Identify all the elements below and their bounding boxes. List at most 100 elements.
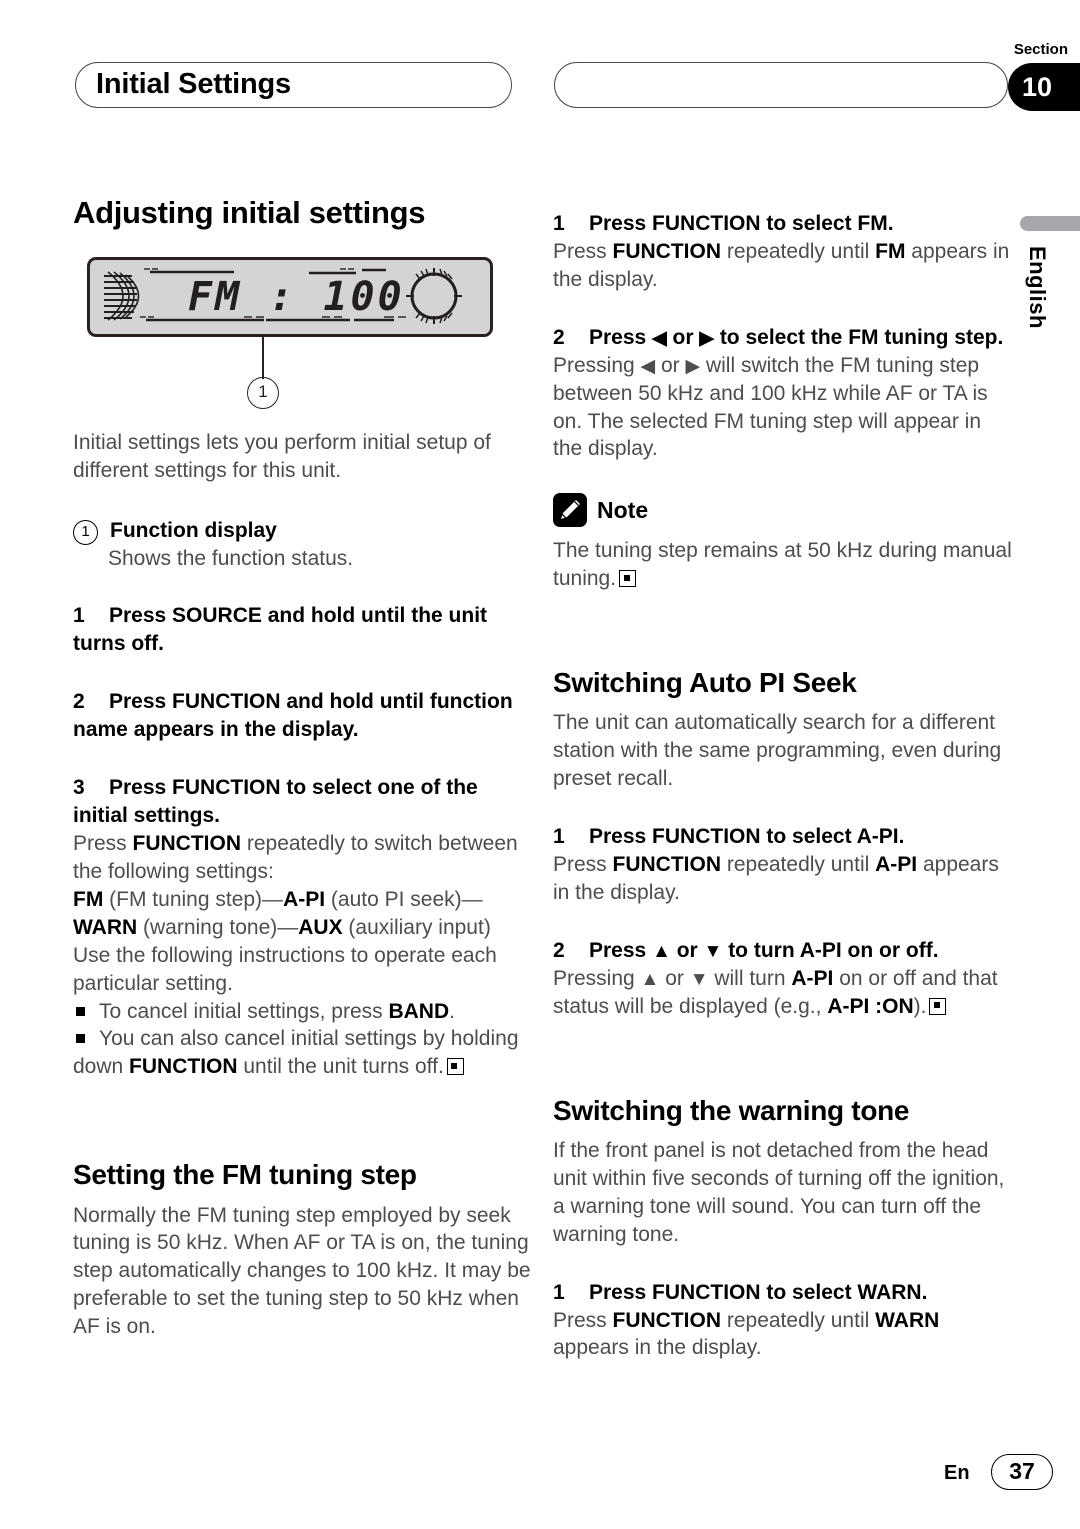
auto-pi-seek-body: The unit can automatically search for a …	[553, 711, 1002, 791]
fm-tuning-step-body: Normally the FM tuning step employed by …	[73, 1203, 531, 1339]
r2c: to select the FM tuning step.	[713, 325, 1004, 349]
arrow-left-icon: ◀	[652, 327, 667, 349]
left-step-1-number: 1	[73, 604, 85, 628]
right-column: 1 Press FUNCTION to select FM. Press FUNC…	[553, 196, 1015, 1362]
r5a: Pressing	[553, 966, 641, 990]
footer-language-code: En	[944, 1462, 970, 1484]
language-tab-label: English	[1025, 246, 1050, 329]
r3a: Press	[553, 853, 613, 877]
fm-step-1: 1 Press FUNCTION to select FM.	[553, 210, 1015, 238]
setting-api-desc: (auto PI seek)—	[325, 887, 483, 911]
auto-pi-seek-heading: Switching Auto PI Seek	[553, 667, 857, 699]
left-column: Adjusting initial settings FM: 100 1 In…	[73, 195, 535, 1341]
r2a: Press	[589, 325, 653, 349]
bullet-square-icon	[76, 1006, 85, 1016]
callout-leader-line	[262, 336, 264, 379]
function-display-label: Function display	[110, 518, 277, 542]
keyword-api-on: A-PI :ON	[827, 994, 914, 1018]
arrow-right-icon: ▶	[699, 327, 714, 349]
callout-marker-1: 1	[247, 376, 279, 409]
fm-step-2-body: Pressing ◀ or ▶ will switch the FM tunin…	[553, 352, 1015, 464]
b1a: To cancel initial settings, press	[99, 999, 389, 1023]
b1c: .	[449, 999, 455, 1023]
function-display-callout: 1 Function display	[73, 517, 535, 545]
r2ba: Pressing	[553, 353, 641, 377]
warn-step-1-text: Press FUNCTION to select WARN.	[589, 1280, 928, 1304]
r5c: will turn	[708, 966, 792, 990]
t1: Press	[73, 832, 133, 856]
left-bullet-2: You can also cancel initial settings by …	[73, 1025, 535, 1081]
b2c: until the unit turns off.	[237, 1055, 444, 1079]
keyword-api: A-PI	[875, 853, 918, 877]
section-word-label: Section	[1013, 41, 1068, 58]
api-step-2-number: 2	[553, 938, 565, 962]
end-of-section-icon	[929, 997, 947, 1015]
end-of-section-icon	[446, 1058, 464, 1076]
left-step-2-number: 2	[73, 690, 85, 714]
arrow-down-icon: ▼	[689, 968, 709, 990]
setting-fm-desc: (FM tuning step)—	[103, 887, 284, 911]
language-tab-bar	[1020, 216, 1080, 231]
setting-aux-desc: (auxiliary input)	[342, 915, 491, 939]
api-step-1-text: Press FUNCTION to select A-PI.	[589, 825, 905, 849]
r2bb: or	[655, 353, 686, 377]
keyword-function: FUNCTION	[612, 239, 722, 263]
setting-warn-desc: (warning tone)—	[137, 915, 299, 939]
setting-aux: AUX	[298, 915, 343, 939]
footer-page-number: 37	[991, 1454, 1053, 1490]
setting-fm: FM	[73, 887, 104, 911]
header-pill-right	[554, 62, 1008, 108]
note-body: The tuning step remains at 50 kHz during…	[553, 537, 1015, 593]
keyword-function: FUNCTION	[612, 853, 722, 877]
left-bullet-1: To cancel initial settings, press BAND.	[73, 998, 535, 1026]
stereo-unit-body: FM : 100	[87, 256, 493, 337]
lcd-dial-graphic	[406, 267, 462, 324]
left-intro-paragraph: Initial settings lets you perform initia…	[73, 430, 491, 482]
keyword-function: FUNCTION	[612, 1308, 722, 1332]
warning-tone-heading: Switching the warning tone	[553, 1094, 910, 1126]
api-step-2: 2 Press ▲ or ▼ to turn A-PI on or off.	[553, 937, 1015, 965]
fm-tuning-step-heading: Setting the FM tuning step	[73, 1159, 417, 1191]
api-step-2-body: Pressing ▲ or ▼ will turn A-PI on or off…	[553, 965, 1015, 1021]
keyword-api: A-PI	[791, 966, 834, 990]
api-step-1-body: Press FUNCTION repeatedly until A-PI app…	[553, 851, 1015, 907]
fm-step-2-number: 2	[553, 325, 565, 349]
fm-step-1-text: Press FUNCTION to select FM.	[589, 212, 894, 235]
left-section-heading: Adjusting initial settings	[73, 195, 426, 230]
r5b: or	[659, 966, 690, 990]
left-step-3: 3 Press FUNCTION to select one of the ini…	[73, 774, 535, 830]
arrow-up-icon: ▲	[640, 968, 660, 990]
warn-step-1-body: Press FUNCTION repeatedly until WARN app…	[553, 1307, 1015, 1363]
keyword-band: BAND	[388, 999, 450, 1023]
r6e: appears in the display.	[553, 1336, 762, 1360]
r1a: Press	[553, 239, 613, 263]
callout-circle-1: 1	[73, 519, 98, 545]
car-stereo-illustration: FM : 100 1	[87, 256, 493, 409]
r4a: Press	[589, 938, 653, 962]
function-display-description: Shows the function status.	[108, 546, 354, 570]
r1c: repeatedly until	[721, 239, 876, 263]
keyword-fm: FM	[875, 239, 906, 263]
setting-warn: WARN	[73, 915, 138, 939]
r4c: to turn A-PI on or off.	[722, 938, 939, 962]
lcd-display-text: FM : 100	[188, 273, 405, 320]
section-number-badge: 10	[1008, 63, 1080, 111]
note-header: Note	[553, 493, 1015, 528]
left-step-3-body-2: Use the following instructions to operat…	[73, 943, 497, 995]
fm-step-1-body: Press FUNCTION repeatedly until FM appea…	[553, 238, 1015, 294]
section-number-value: 10	[1022, 72, 1053, 102]
r6c: repeatedly until	[721, 1308, 876, 1332]
keyword-warn: WARN	[875, 1308, 940, 1332]
api-step-1-number: 1	[553, 825, 565, 849]
arrow-down-icon: ▼	[703, 940, 723, 962]
arrow-right-icon: ▶	[685, 355, 701, 377]
page-title: Initial Settings	[96, 68, 291, 100]
left-step-1-text: Press SOURCE and hold until the unit tur…	[73, 604, 488, 656]
api-step-1: 1 Press FUNCTION to select A-PI.	[553, 823, 1015, 851]
left-step-2-text: Press FUNCTION and hold until function n…	[73, 690, 513, 742]
r6a: Press	[553, 1308, 613, 1332]
pencil-glyph	[561, 500, 580, 520]
r4b: or	[670, 938, 704, 962]
fm-step-1-number: 1	[553, 212, 565, 235]
warn-step-1: 1 Press FUNCTION to select WARN.	[553, 1279, 1015, 1307]
